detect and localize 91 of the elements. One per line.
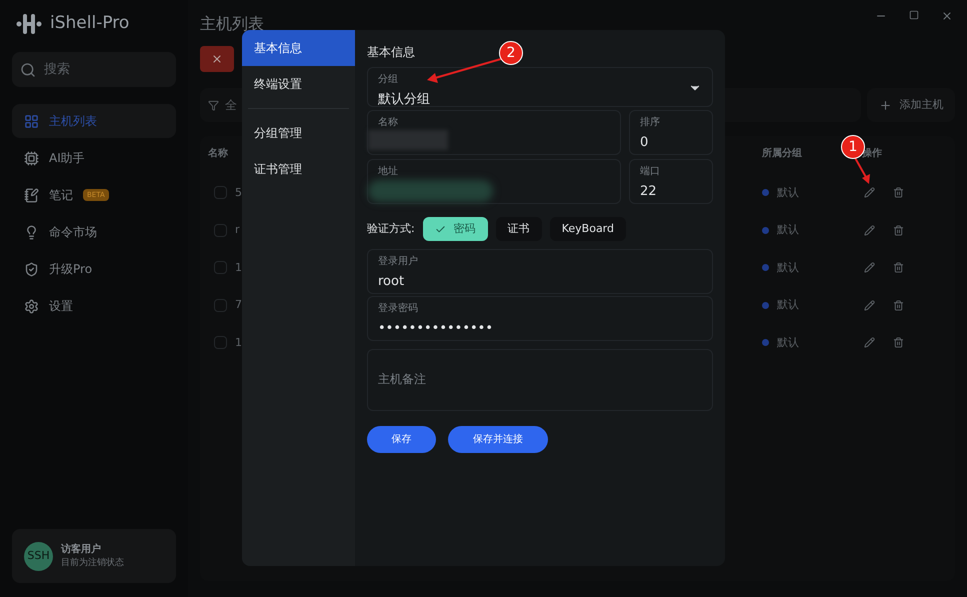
edit-icon[interactable] bbox=[864, 224, 875, 236]
sidebar-label: 主机列表 bbox=[49, 113, 97, 130]
host-name: 7 bbox=[235, 297, 242, 313]
filter-icon bbox=[208, 100, 219, 110]
delete-icon[interactable] bbox=[893, 262, 904, 274]
row-checkbox[interactable] bbox=[214, 186, 227, 200]
field-value: root bbox=[378, 273, 406, 291]
grid-icon bbox=[24, 114, 39, 128]
host-group: 默认 bbox=[777, 184, 799, 201]
add-host-button[interactable]: 添加主机 bbox=[867, 88, 955, 122]
delete-icon[interactable] bbox=[893, 337, 904, 348]
shield-icon bbox=[24, 262, 39, 276]
maximize-icon[interactable] bbox=[909, 10, 919, 20]
chip-icon bbox=[24, 150, 39, 166]
field-label: 端口 bbox=[640, 166, 661, 178]
logo-icon bbox=[16, 13, 42, 35]
field-label: 地址 bbox=[378, 166, 399, 178]
sidebar-label: 笔记 bbox=[49, 187, 73, 204]
search-field[interactable]: 搜索 bbox=[12, 52, 176, 87]
check-icon bbox=[434, 224, 446, 234]
auth-option[interactable]: KeyBoard bbox=[550, 217, 626, 241]
save-button[interactable]: 保存 bbox=[367, 426, 436, 453]
sidebar-item[interactable]: 命令市场 bbox=[12, 215, 176, 249]
field-label: 名称 bbox=[378, 117, 399, 129]
form-field[interactable]: 分组 默认分组 bbox=[367, 67, 713, 107]
form-field[interactable]: 地址 bbox=[367, 159, 621, 204]
row-checkbox[interactable] bbox=[214, 224, 227, 237]
notes-field[interactable]: 主机备注 bbox=[367, 349, 713, 411]
app-name: iShell-Pro bbox=[50, 12, 130, 36]
form-field[interactable]: 名称 bbox=[367, 110, 621, 155]
lightbulb-icon bbox=[24, 224, 39, 240]
auth-option[interactable]: 密码 bbox=[422, 217, 488, 241]
field-value: ••••••••••••••• bbox=[378, 320, 494, 338]
delete-button[interactable] bbox=[200, 46, 234, 72]
field-label: 排序 bbox=[640, 117, 661, 129]
sidebar-item[interactable]: AI助手 bbox=[12, 141, 176, 175]
edit-icon[interactable] bbox=[864, 337, 875, 348]
edit-icon[interactable] bbox=[864, 187, 875, 198]
delete-icon[interactable] bbox=[893, 187, 904, 198]
plus-icon bbox=[878, 98, 892, 112]
row-checkbox[interactable] bbox=[214, 298, 227, 312]
section-title: 基本信息 bbox=[367, 44, 415, 61]
auth-label: 验证方式: bbox=[367, 220, 415, 237]
form-field[interactable]: 端口 22 bbox=[629, 159, 713, 204]
field-label: 分组 bbox=[378, 74, 399, 86]
close-icon bbox=[211, 53, 223, 65]
dialog-nav-item[interactable]: 基本信息 bbox=[242, 30, 355, 66]
sidebar-label: 升级Pro bbox=[49, 261, 92, 278]
dialog-nav-item[interactable]: 证书管理 bbox=[242, 151, 355, 187]
host-name: 1 bbox=[235, 260, 242, 276]
field-value: 22 bbox=[640, 183, 658, 201]
save-button[interactable]: 保存并连接 bbox=[448, 426, 548, 453]
host-name: 5 bbox=[235, 184, 242, 200]
row-checkbox[interactable] bbox=[214, 336, 227, 350]
host-name: 1 bbox=[235, 334, 242, 350]
host-group: 默认 bbox=[777, 297, 799, 314]
field-label: 登录用户 bbox=[378, 256, 419, 268]
user-name: 访客用户 bbox=[61, 542, 102, 557]
column-header: 所属分组 bbox=[762, 148, 802, 158]
delete-icon[interactable] bbox=[893, 224, 904, 236]
field-label: 登录密码 bbox=[378, 303, 419, 315]
form-field[interactable]: 排序 0 bbox=[629, 110, 713, 155]
form-field[interactable]: 登录密码 ••••••••••••••• bbox=[367, 296, 713, 341]
host-group: 默认 bbox=[777, 334, 799, 351]
note-icon bbox=[24, 188, 39, 202]
field-value: 默认分组 bbox=[378, 91, 431, 109]
host-name: r bbox=[235, 222, 240, 238]
sidebar-item[interactable]: 升级Pro bbox=[12, 252, 176, 286]
search-icon bbox=[20, 62, 36, 78]
edit-icon[interactable] bbox=[864, 262, 875, 274]
user-status: 目前为注销状态 bbox=[61, 556, 124, 570]
row-checkbox[interactable] bbox=[214, 261, 227, 274]
filter-label: 全 bbox=[225, 97, 237, 114]
dialog-nav-item[interactable]: 终端设置 bbox=[242, 66, 355, 102]
form-field[interactable]: 登录用户 root bbox=[367, 249, 713, 294]
sidebar-item[interactable]: 设置 bbox=[12, 289, 176, 323]
field-value: 0 bbox=[640, 134, 650, 152]
close-icon[interactable] bbox=[941, 10, 953, 22]
user-card[interactable]: SSH 访客用户 目前为注销状态 bbox=[12, 529, 176, 583]
sidebar-label: AI助手 bbox=[49, 150, 85, 167]
sidebar-label: 设置 bbox=[49, 298, 73, 315]
dialog-nav-item[interactable]: 分组管理 bbox=[242, 115, 355, 151]
host-group: 默认 bbox=[777, 260, 799, 276]
edit-icon[interactable] bbox=[864, 300, 875, 311]
sidebar-label: 命令市场 bbox=[49, 224, 97, 241]
user-avatar: SSH bbox=[24, 542, 53, 570]
column-header: 名称 bbox=[208, 146, 229, 160]
auth-option[interactable]: 证书 bbox=[496, 217, 542, 241]
delete-icon[interactable] bbox=[893, 300, 904, 311]
settings-icon bbox=[24, 298, 39, 314]
host-group: 默认 bbox=[777, 222, 799, 238]
